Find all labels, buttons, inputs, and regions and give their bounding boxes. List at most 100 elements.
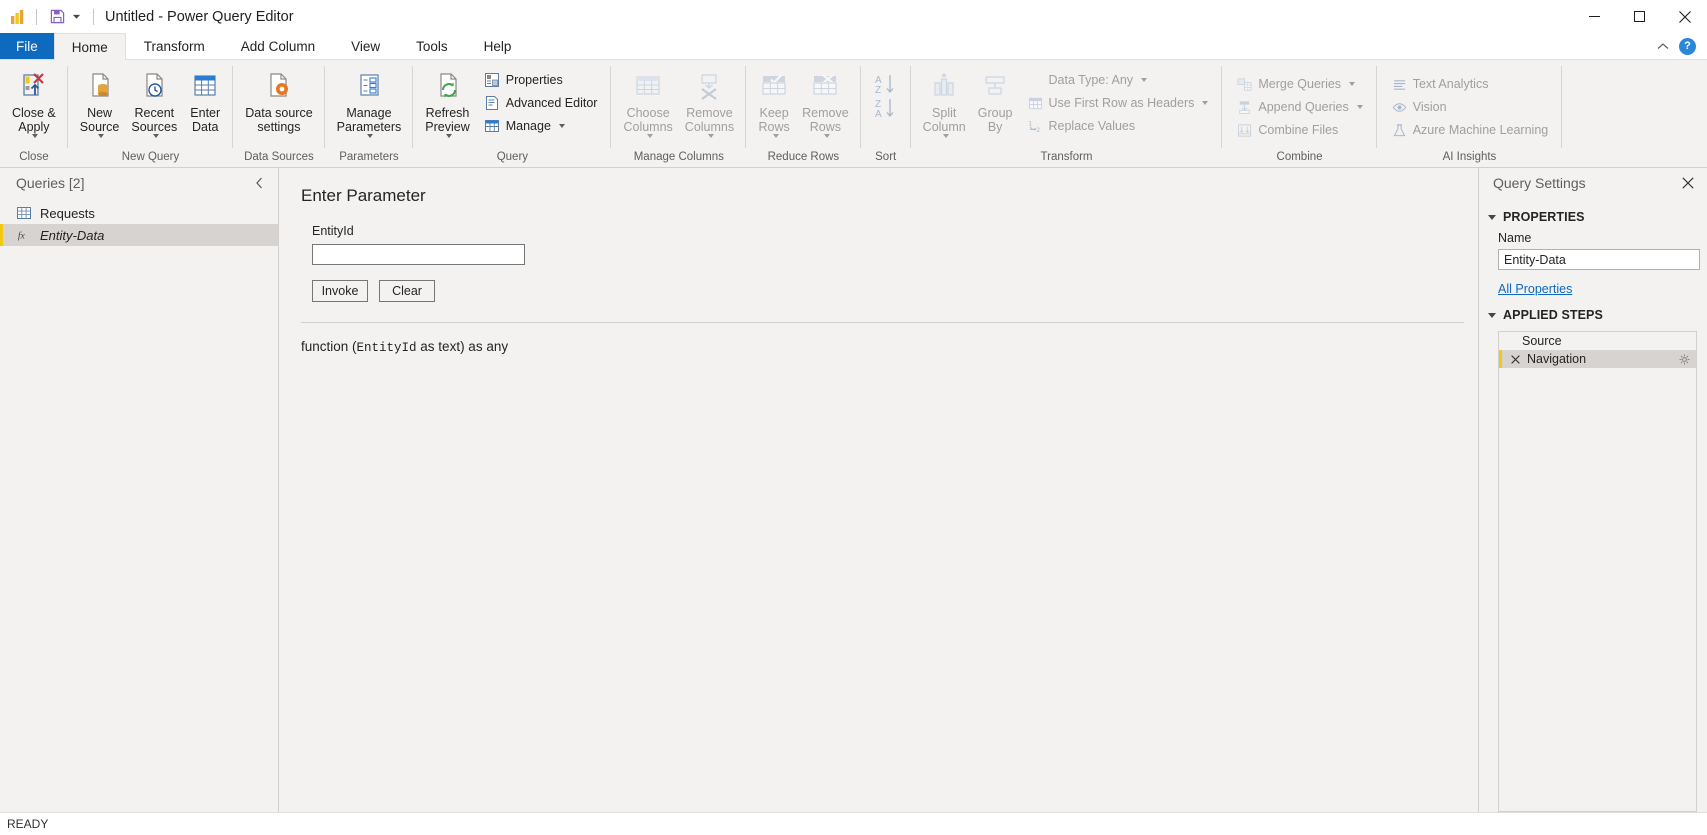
refresh-preview-icon — [432, 68, 464, 104]
queries-pane-chevron-left-icon[interactable] — [250, 174, 268, 192]
data-type-chevron-down-icon[interactable] — [1141, 78, 1148, 82]
tab-transform[interactable]: Transform — [126, 33, 223, 59]
new-source-button[interactable]: New Source — [74, 65, 126, 138]
merge-queries-label: Merge Queries — [1258, 77, 1342, 91]
entityid-input[interactable] — [312, 244, 525, 265]
replace-values-icon: 1 2 — [1027, 118, 1044, 135]
step-settings-gear-icon[interactable] — [1678, 353, 1690, 365]
manage-parameters-button[interactable]: Manage Parameters — [331, 65, 408, 138]
applied-step-navigation[interactable]: Navigation — [1499, 350, 1696, 368]
ribbon-group-query: Refresh Preview Properties Advanced Edit… — [413, 60, 612, 167]
split-column-button[interactable]: Split Column — [917, 65, 972, 138]
tab-add-column[interactable]: Add Column — [223, 33, 333, 59]
manage-button[interactable]: Manage — [480, 115, 602, 137]
remove-rows-chevron-down-icon[interactable] — [823, 134, 830, 138]
append-queries-chevron-down-icon[interactable] — [1356, 105, 1363, 109]
table-icon — [16, 205, 32, 221]
applied-steps-section-header[interactable]: APPLIED STEPS — [1479, 304, 1707, 326]
applied-step-label: Navigation — [1527, 352, 1587, 366]
properties-button[interactable]: Properties — [480, 69, 602, 91]
ribbon-group-new-query: New Source Recent Sources Enter Data New… — [68, 60, 234, 167]
use-first-row-chevron-down-icon[interactable] — [1202, 101, 1209, 105]
replace-values-button[interactable]: 1 2 Replace Values — [1023, 115, 1213, 137]
query-item-label: Entity-Data — [40, 227, 105, 243]
close-apply-chevron-down-icon[interactable] — [32, 134, 39, 138]
manage-chevron-down-icon[interactable] — [558, 124, 565, 128]
use-first-row-as-headers-label: Use First Row as Headers — [1048, 96, 1195, 110]
quick-access-chevron-down-icon[interactable] — [68, 6, 84, 28]
function-signature: function (EntityId as text) as any — [279, 323, 1478, 355]
refresh-preview-label: Refresh Preview — [425, 106, 470, 134]
refresh-preview-button[interactable]: Refresh Preview — [419, 65, 475, 138]
applied-step-source[interactable]: Source — [1499, 332, 1696, 350]
use-first-row-as-headers-button[interactable]: Use First Row as Headers — [1023, 92, 1213, 114]
query-name-input[interactable] — [1498, 249, 1700, 270]
ribbon-group-label-query: Query — [496, 151, 529, 163]
recent-sources-chevron-down-icon[interactable] — [152, 134, 159, 138]
ribbon-group-label-manage-columns: Manage Columns — [633, 151, 724, 163]
choose-columns-chevron-down-icon[interactable] — [646, 134, 653, 138]
text-analytics-button[interactable]: Text Analytics — [1387, 73, 1553, 95]
query-settings-title: Query Settings — [1493, 175, 1586, 191]
choose-columns-button[interactable]: Choose Columns — [617, 65, 678, 138]
sort-ascending-descending-icon: A Z Z A — [873, 71, 899, 125]
ai-insights-small-buttons: Text Analytics Vision Azure Machine Lear… — [1383, 69, 1557, 141]
enter-data-button[interactable]: Enter Data — [183, 65, 227, 134]
query-settings-close-icon[interactable] — [1679, 174, 1697, 192]
tab-help[interactable]: Help — [466, 33, 530, 59]
parameter-buttons: Invoke Clear — [312, 280, 1478, 302]
save-icon[interactable] — [46, 6, 68, 28]
refresh-preview-chevron-down-icon[interactable] — [446, 134, 452, 138]
new-source-chevron-down-icon[interactable] — [98, 134, 105, 138]
sort-buttons[interactable]: A Z Z A — [867, 68, 905, 125]
queries-pane: Queries [2] Requests fx Entity-Data — [0, 168, 279, 812]
clear-button[interactable]: Clear — [379, 280, 435, 302]
delete-step-icon[interactable] — [1509, 354, 1522, 364]
keep-rows-label: Keep Rows — [758, 106, 790, 134]
ribbon-group-combine: Merge Queries Append Queries Combine Fil… — [1222, 60, 1378, 167]
recent-sources-button[interactable]: Recent Sources — [125, 65, 183, 138]
ribbon-group-label-ai-insights: AI Insights — [1442, 151, 1497, 163]
merge-queries-button[interactable]: Merge Queries — [1232, 73, 1366, 95]
properties-section-header[interactable]: PROPERTIES — [1479, 206, 1707, 228]
choose-columns-label: Choose Columns — [623, 106, 673, 134]
close-icon[interactable] — [1662, 0, 1707, 33]
invoke-button[interactable]: Invoke — [312, 280, 368, 302]
tab-home[interactable]: Home — [53, 33, 126, 61]
ribbon-group-label-parameters: Parameters — [339, 151, 399, 163]
azure-machine-learning-button[interactable]: Azure Machine Learning — [1387, 119, 1553, 141]
minimize-icon[interactable] — [1572, 0, 1617, 33]
all-properties-link[interactable]: All Properties — [1479, 282, 1707, 296]
properties-label: Properties — [505, 73, 563, 87]
split-column-chevron-down-icon[interactable] — [942, 134, 949, 138]
data-source-settings-button[interactable]: Data source settings — [239, 65, 318, 134]
close-and-apply-button[interactable]: Close & Apply — [6, 65, 62, 138]
ribbon-group-close: Close & Apply Close — [0, 60, 68, 167]
manage-parameters-chevron-down-icon[interactable] — [367, 134, 374, 138]
vision-button[interactable]: Vision — [1387, 96, 1553, 118]
applied-step-label: Source — [1522, 334, 1562, 348]
query-item-entity-data[interactable]: fx Entity-Data — [0, 224, 278, 246]
keep-rows-chevron-down-icon[interactable] — [772, 134, 779, 138]
append-queries-button[interactable]: Append Queries — [1232, 96, 1366, 118]
remove-columns-chevron-down-icon[interactable] — [707, 134, 714, 138]
svg-text:2: 2 — [1036, 127, 1040, 134]
power-query-editor-window: Untitled - Power Query Editor File Home … — [0, 0, 1707, 835]
tab-tools[interactable]: Tools — [398, 33, 466, 59]
svg-text:1: 1 — [1028, 120, 1032, 127]
keep-rows-button[interactable]: Keep Rows — [752, 65, 796, 138]
tab-file[interactable]: File — [0, 33, 54, 59]
help-icon[interactable]: ? — [1679, 37, 1696, 55]
properties-section-label: PROPERTIES — [1503, 210, 1585, 224]
data-type-button[interactable]: Data Type: Any — [1023, 69, 1213, 91]
tab-view[interactable]: View — [333, 33, 398, 59]
advanced-editor-button[interactable]: Advanced Editor — [480, 92, 602, 114]
remove-columns-button[interactable]: Remove Columns — [679, 65, 740, 138]
remove-rows-button[interactable]: Remove Rows — [796, 65, 855, 138]
group-by-button[interactable]: Group By — [972, 65, 1019, 134]
maximize-icon[interactable] — [1617, 0, 1662, 33]
ribbon-collapse-chevron-up-icon[interactable] — [1657, 42, 1669, 51]
combine-files-button[interactable]: Combine Files — [1232, 119, 1366, 141]
merge-queries-chevron-down-icon[interactable] — [1349, 82, 1356, 86]
query-item-requests[interactable]: Requests — [0, 202, 278, 224]
